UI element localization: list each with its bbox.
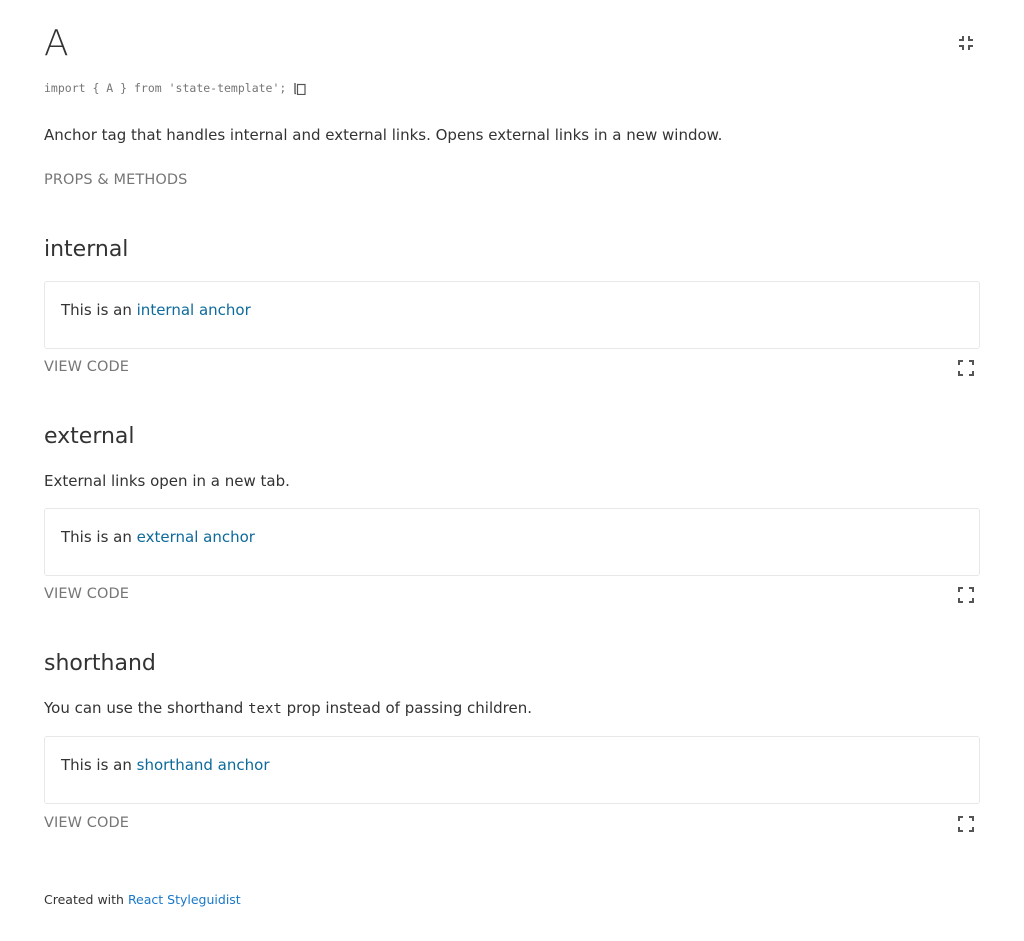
import-statement-row: import { A } from 'state-template'; xyxy=(44,79,307,97)
preview-prefix: This is an xyxy=(61,301,137,319)
preview-prefix: This is an xyxy=(61,756,137,774)
preview-text: This is an shorthand anchor xyxy=(61,754,269,776)
section-title-shorthand: shorthand xyxy=(44,651,156,676)
preview-internal: This is an internal anchor xyxy=(44,281,980,349)
footer: Created with React Styleguidist xyxy=(44,891,241,909)
description-text: prop instead of passing children. xyxy=(281,699,532,717)
fullscreen-icon xyxy=(958,816,974,832)
view-code-button-shorthand[interactable]: VIEW CODE xyxy=(44,813,129,833)
text-prop-code: text xyxy=(248,701,282,717)
component-title: A xyxy=(44,23,69,64)
view-code-button-external[interactable]: VIEW CODE xyxy=(44,584,129,604)
props-methods-toggle[interactable]: PROPS & METHODS xyxy=(44,170,187,190)
copy-import-button[interactable] xyxy=(293,80,307,96)
description-text: You can use the shorthand xyxy=(44,699,249,717)
internal-anchor-link[interactable]: internal anchor xyxy=(137,301,251,319)
section-description-shorthand: You can use the shorthand text prop inst… xyxy=(44,697,532,720)
fullscreen-button-shorthand[interactable] xyxy=(956,814,976,834)
section-title-internal: internal xyxy=(44,237,129,262)
fullscreen-icon xyxy=(958,587,974,603)
section-title-external: external xyxy=(44,424,135,449)
fullscreen-icon xyxy=(958,360,974,376)
fullscreen-button-internal[interactable] xyxy=(956,358,976,378)
shorthand-anchor-link[interactable]: shorthand anchor xyxy=(137,756,270,774)
preview-prefix: This is an xyxy=(61,528,137,546)
collapse-icon xyxy=(959,36,973,50)
preview-text: This is an internal anchor xyxy=(61,299,251,321)
external-anchor-link[interactable]: external anchor xyxy=(137,528,255,546)
preview-text: This is an external anchor xyxy=(61,526,255,548)
view-code-button-internal[interactable]: VIEW CODE xyxy=(44,357,129,377)
preview-shorthand: This is an shorthand anchor xyxy=(44,736,980,804)
footer-prefix: Created with xyxy=(44,892,128,907)
preview-external: This is an external anchor xyxy=(44,508,980,576)
copy-icon xyxy=(294,83,306,95)
fullscreen-button-external[interactable] xyxy=(956,585,976,605)
section-description-external: External links open in a new tab. xyxy=(44,472,290,490)
isolate-component-button[interactable] xyxy=(956,33,976,53)
component-description: Anchor tag that handles internal and ext… xyxy=(44,126,723,144)
import-statement: import { A } from 'state-template'; xyxy=(44,81,287,95)
styleguidist-link[interactable]: React Styleguidist xyxy=(128,892,241,907)
